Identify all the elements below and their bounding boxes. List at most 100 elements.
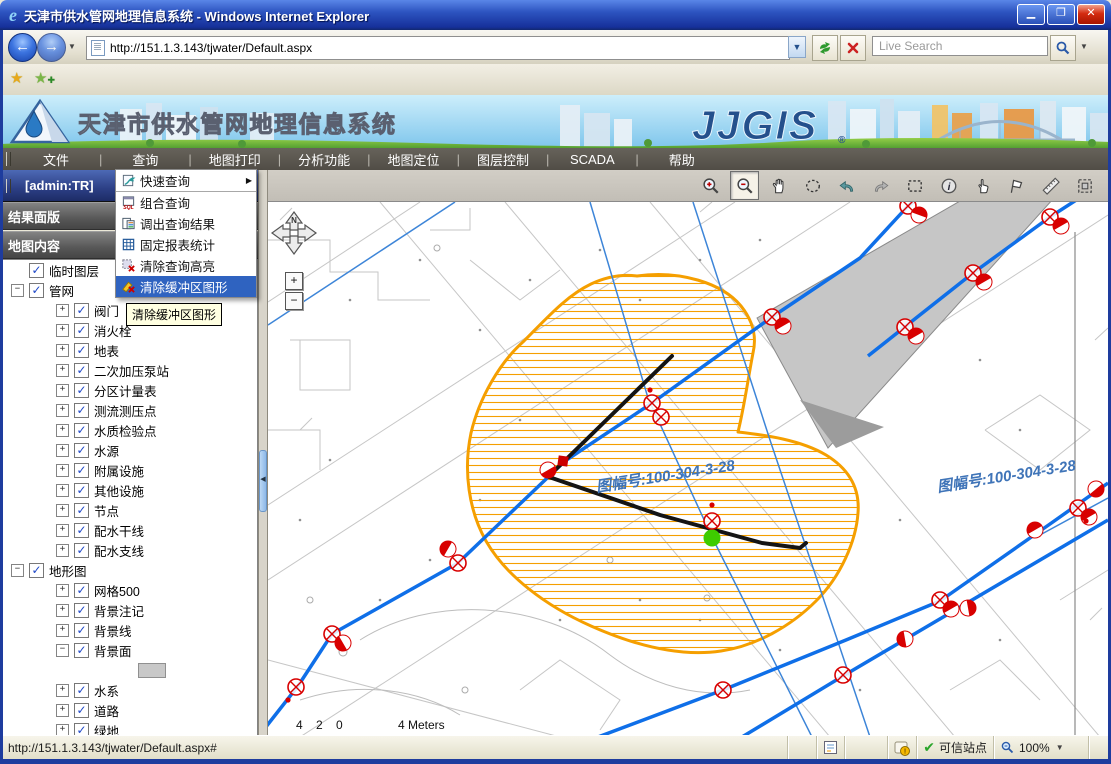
status-security-cell[interactable]: ! [887,736,916,759]
refresh-button[interactable] [812,35,838,61]
tree-row-配水干线[interactable]: +✓配水干线 [1,520,257,540]
menu-item-1[interactable]: 查询 [102,150,188,169]
history-dropdown-icon[interactable]: ▼ [68,42,76,51]
status-doc-cell[interactable] [816,736,844,759]
expand-icon[interactable]: + [56,444,69,457]
tree-row-节点[interactable]: +✓节点 [1,500,257,520]
menu-item-3[interactable]: 分析功能 [281,150,367,169]
adminbar-grip[interactable] [6,179,11,193]
stop-button[interactable] [840,35,866,61]
tree-row-水质检验点[interactable]: +✓水质检验点 [1,420,257,440]
tree-row-其他设施[interactable]: +✓其他设施 [1,480,257,500]
back-button[interactable]: ← [8,33,37,62]
menu-item-7[interactable]: 帮助 [639,150,725,169]
layer-checkbox[interactable]: ✓ [74,523,89,538]
map-canvas[interactable]: 图幅号:100-304-3-28 图幅号:100-304-3-28 N + − … [268,202,1108,735]
expand-icon[interactable]: + [56,504,69,517]
title-bar[interactable]: e 天津市供水管网地理信息系统 - Windows Internet Explo… [0,0,1111,30]
tree-row-配水支线[interactable]: +✓配水支线 [1,540,257,560]
tree-row-背景注记[interactable]: +✓背景注记 [1,600,257,620]
query-menu-item-3[interactable]: 固定报表统计 [116,234,256,255]
layer-checkbox[interactable]: ✓ [74,623,89,638]
query-menu-item-2[interactable]: 调出查询结果 [116,213,256,234]
layer-checkbox[interactable]: ✓ [74,463,89,478]
layer-checkbox[interactable]: ✓ [74,343,89,358]
query-menu-item-1[interactable]: SQL组合查询 [116,192,256,213]
layer-checkbox[interactable]: ✓ [74,603,89,618]
layer-checkbox[interactable]: ✓ [74,403,89,418]
tree-row-背景线[interactable]: +✓背景线 [1,620,257,640]
expand-icon[interactable]: + [56,424,69,437]
minimize-button[interactable]: ▁ [1017,4,1045,25]
identify-button[interactable]: i [934,171,963,200]
query-menu-item-5[interactable]: 清除缓冲区图形 [116,276,256,297]
layer-checkbox[interactable]: ✓ [74,383,89,398]
expand-icon[interactable]: + [56,364,69,377]
pan-button[interactable] [764,171,793,200]
tree-row-网格500[interactable]: +✓网格500 [1,580,257,600]
layer-checkbox[interactable]: ✓ [74,543,89,558]
splitter-collapse-handle[interactable]: ◀ [259,450,267,512]
zoom-level-cell[interactable]: 100% ▼ [993,736,1088,759]
layer-checkbox[interactable]: ✓ [29,283,44,298]
layer-checkbox[interactable]: ✓ [74,303,89,318]
layer-checkbox[interactable]: ✓ [74,423,89,438]
zoom-level-dropdown-icon[interactable]: ▼ [1056,743,1064,752]
menu-item-6[interactable]: SCADA [549,152,635,167]
expand-icon[interactable]: + [56,704,69,717]
query-menu-item-0[interactable]: 快速查询▶ [116,170,256,192]
expand-icon[interactable]: + [56,324,69,337]
tree-row-背景面[interactable]: −✓背景面 [1,640,257,660]
zoom-out-button[interactable] [730,171,759,200]
layer-checkbox[interactable]: ✓ [29,563,44,578]
layer-checkbox[interactable]: ✓ [74,323,89,338]
layer-checkbox[interactable]: ✓ [74,443,89,458]
tree-row-地表[interactable]: +✓地表 [1,340,257,360]
map-zoom-in-button[interactable]: + [285,272,303,290]
layer-checkbox[interactable]: ✓ [74,503,89,518]
expand-icon[interactable]: + [56,404,69,417]
expand-icon[interactable]: + [56,384,69,397]
forward-button[interactable]: → [37,33,66,62]
search-button[interactable] [1050,35,1076,61]
tree-row-二次加压泵站[interactable]: +✓二次加压泵站 [1,360,257,380]
layer-checkbox[interactable]: ✓ [74,643,89,658]
expand-icon[interactable]: + [56,484,69,497]
menu-item-4[interactable]: 地图定位 [371,150,457,169]
favorites-star-icon[interactable]: ★ [10,69,23,87]
layer-checkbox[interactable]: ✓ [29,263,44,278]
layer-checkbox[interactable]: ✓ [74,483,89,498]
close-button[interactable]: ✕ [1077,4,1105,25]
rect-select-button[interactable] [900,171,929,200]
address-dropdown-button[interactable]: ▼ [788,36,806,58]
address-field[interactable]: http://151.1.3.143/tjwater/Default.aspx [86,36,790,60]
menu-item-2[interactable]: 地图打印 [192,150,278,169]
expand-icon[interactable]: + [56,584,69,597]
menu-item-0[interactable]: 文件 [13,150,99,169]
collapse-icon[interactable]: − [56,644,69,657]
pan-compass[interactable]: N [270,210,318,268]
circle-select-button[interactable] [798,171,827,200]
expand-icon[interactable]: + [56,304,69,317]
collapse-icon[interactable]: − [11,564,24,577]
layer-checkbox[interactable]: ✓ [74,703,89,718]
expand-icon[interactable]: + [56,464,69,477]
flag-button[interactable] [1002,171,1031,200]
query-menu-item-4[interactable]: 清除查询高亮 [116,255,256,276]
tree-row-水系[interactable]: +✓水系 [1,680,257,700]
trusted-sites-cell[interactable]: ✔ 可信站点 [916,736,993,759]
layer-checkbox[interactable]: ✓ [74,683,89,698]
zoom-in-button[interactable] [696,171,725,200]
map-zoom-out-button[interactable]: − [285,292,303,310]
tree-row-水源[interactable]: +✓水源 [1,440,257,460]
menu-item-5[interactable]: 图层控制 [460,150,546,169]
tree-row-swatch[interactable] [1,660,257,680]
add-favorite-icon[interactable]: ★✚ [34,69,55,87]
redo-button[interactable] [866,171,895,200]
layer-checkbox[interactable]: ✓ [74,583,89,598]
pointer-select-button[interactable] [968,171,997,200]
menubar-grip[interactable] [6,152,11,166]
search-input[interactable] [872,36,1048,56]
collapse-icon[interactable]: − [11,284,24,297]
maximize-button[interactable]: ❐ [1047,4,1075,25]
